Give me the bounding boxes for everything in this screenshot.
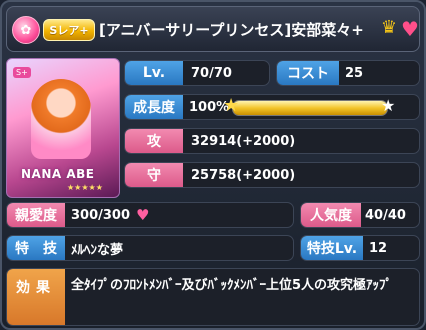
attack-label: 攻 [125,129,183,153]
crown-icon: ♛ [380,17,398,38]
growth-row: 成長度 100% ★ ★ [124,94,420,120]
defense-row: 守 25758(+2000) [124,162,420,188]
level-label: Lv. [125,61,183,85]
heart-icon[interactable]: ♥ [399,18,421,40]
growth-bar-fill [233,101,387,115]
skill-row: 特 技 ﾒﾙﾍﾝな夢 [6,235,294,261]
star-start-icon: ★ [223,95,240,116]
growth-bar [232,100,388,116]
card-detail-panel: ✿ Sレア+ [アニバーサリープリンセス]安部菜々+ ♛ ♥ S+ NANA A… [0,0,426,330]
cost-label: コスト [277,61,339,85]
effect-label: 効果 [7,269,65,325]
growth-label: 成長度 [125,95,183,119]
rarity-badge: Sレア+ [43,19,95,41]
popularity-value: 40/40 [365,207,406,223]
idol-figure [31,79,91,159]
card-name: [アニバーサリープリンセス]安部菜々+ [99,21,364,39]
popularity-row: 人気度 40/40 [300,202,420,228]
level-value: 70/70 [191,65,232,81]
star-end-icon: ★ [381,96,396,115]
portrait-stars: ★★★★★ [67,183,103,192]
cost-value: 25 [345,65,364,81]
skill-level-label: 特技Lv. [301,236,363,260]
skill-level-row: 特技Lv. 12 [300,235,420,261]
affection-value: 300/300 [71,207,131,223]
affection-label: 親愛度 [7,203,65,227]
attack-value: 32914(+2000) [191,133,296,149]
card-portrait[interactable]: S+ NANA ABE ★★★★★ [6,58,120,198]
level-row: Lv. 70/70 [124,60,270,86]
heart-small-icon: ♥ [136,206,150,224]
popularity-label: 人気度 [301,203,361,227]
flower-icon: ✿ [12,16,40,44]
defense-value: 25758(+2000) [191,167,296,183]
skill-label: 特 技 [7,236,65,260]
card-title-bar: ✿ Sレア+ [アニバーサリープリンセス]安部菜々+ ♛ ♥ [6,6,420,52]
effect-value: 全ﾀｲﾌﾟのﾌﾛﾝﾄﾒﾝﾊﾞｰ及びﾊﾞｯｸﾒﾝﾊﾞｰ上位5人の攻究極ｱｯﾌﾟ [71,278,393,293]
skill-value: ﾒﾙﾍﾝな夢 [71,242,124,258]
portrait-rarity-badge: S+ [13,67,31,78]
affection-value-wrap: 300/300 ♥ [71,203,149,227]
skill-level-value: 12 [369,240,388,256]
attack-row: 攻 32914(+2000) [124,128,420,154]
portrait-name: NANA ABE [21,167,95,181]
cost-row: コスト 25 [276,60,420,86]
effect-row: 効果 全ﾀｲﾌﾟのﾌﾛﾝﾄﾒﾝﾊﾞｰ及びﾊﾞｯｸﾒﾝﾊﾞｰ上位5人の攻究極ｱｯﾌ… [6,268,420,326]
defense-label: 守 [125,163,183,187]
affection-row: 親愛度 300/300 ♥ [6,202,294,228]
